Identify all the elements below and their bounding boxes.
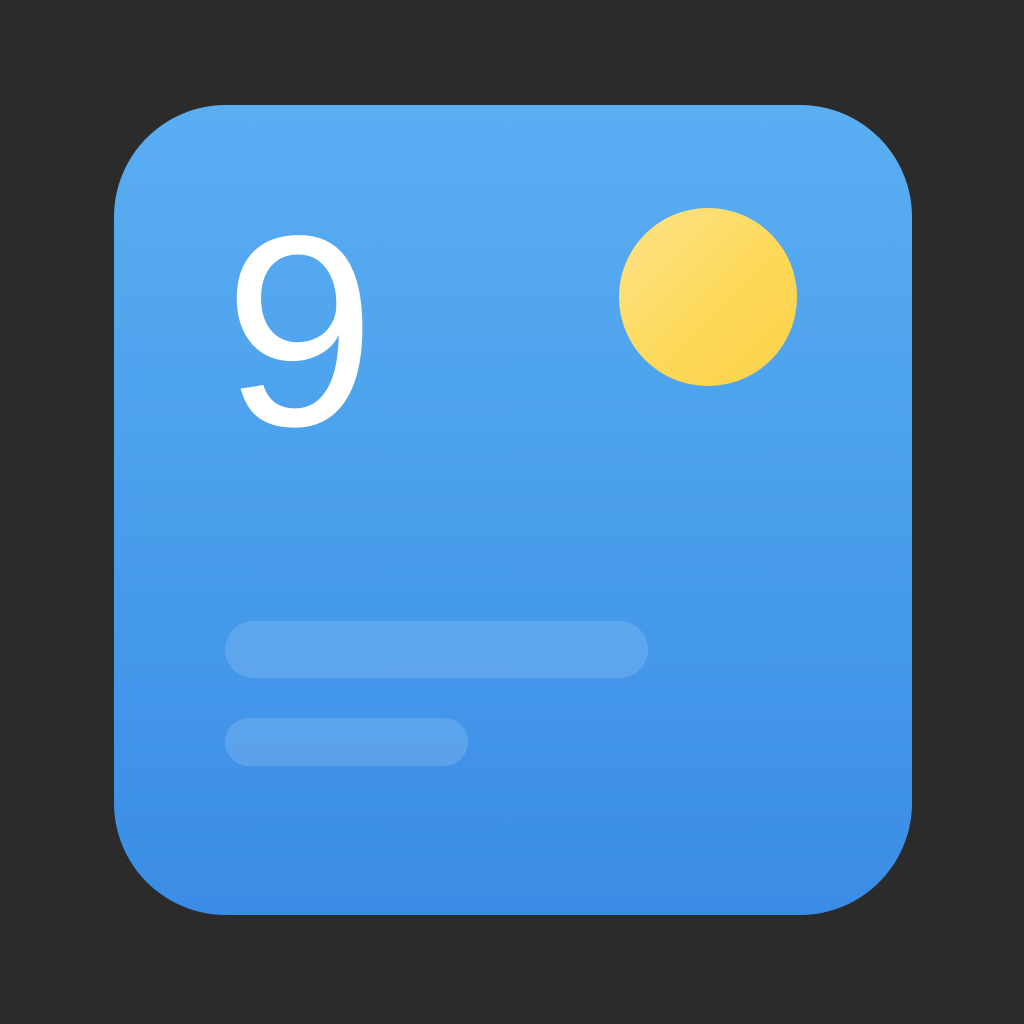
sun-icon <box>619 208 797 386</box>
placeholder-text-line-short <box>225 718 468 766</box>
placeholder-text-line <box>225 621 648 678</box>
app-icon[interactable]: 9 <box>114 105 912 915</box>
canvas: 9 <box>0 0 1024 1024</box>
day-number: 9 <box>224 179 376 483</box>
